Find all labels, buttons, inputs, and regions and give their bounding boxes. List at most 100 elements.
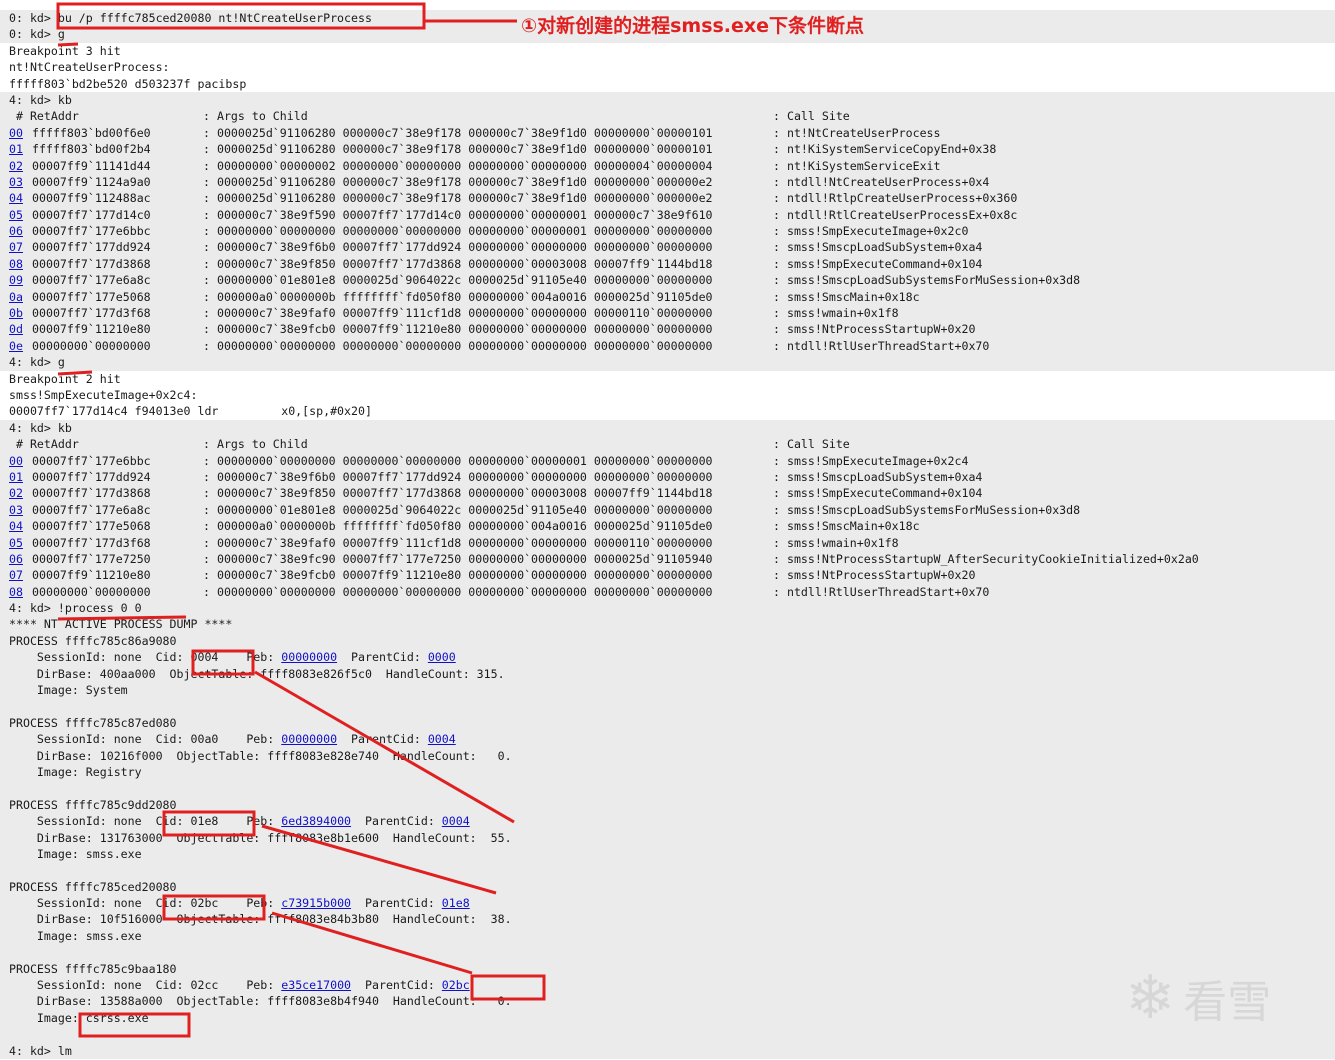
frame-number-link[interactable]: 07 [9,567,23,583]
frame-number-link[interactable]: 00 [9,125,23,141]
args-to-child: : 000000c7`38e9faf0 00007ff9`111cf1d8 00… [203,306,713,321]
frame-number-link[interactable]: 09 [9,272,23,288]
args-to-child: : 00000000`00000000 00000000`00000000 00… [203,338,713,353]
session-info: SessionId: none Cid: 02bc Peb: [9,896,282,911]
process-dirbase-line: DirBase: 400aa000 ObjectTable: ffff8083e… [0,665,1335,683]
session-info: SessionId: none Cid: 02cc Peb: [9,978,282,993]
stack-frame-row: 0e 00000000`00000000 : 00000000`00000000 0… [0,337,1335,355]
frame-number-link[interactable]: 01 [9,141,23,157]
frame-number-link[interactable]: 08 [9,256,23,272]
command-line: 4: kd> kb [0,419,1335,437]
args-to-child: : 00000000`00000002 00000000`00000000 00… [203,158,713,173]
stack-frame-row: 0a 00007ff7`177e5068: 000000a0`0000000b f… [0,288,1335,306]
frame-number-link[interactable]: 06 [9,551,23,567]
output-line: **** NT ACTIVE PROCESS DUMP **** [0,616,1335,633]
stack-frame-row: 00 00007ff7`177e6bbc: 00000000`00000000 0… [0,452,1335,469]
frame-number-link[interactable]: 0d [9,321,23,337]
return-address: 00000000`00000000 [32,338,151,353]
args-to-child: : 00000000`00000000 00000000`00000000 00… [203,224,713,239]
blank-line [0,780,1335,797]
process-session-line: SessionId: none Cid: 01e8 Peb: 6ed389400… [0,813,1335,830]
process-dirbase-line: DirBase: 131763000 ObjectTable: ffff8083… [0,829,1335,846]
frame-number-link[interactable]: 07 [9,239,23,255]
return-address: 00007ff7`177e6bbc [32,453,151,468]
retaddr-header: # RetAddr [9,109,79,124]
call-site: : smss!wmain+0x1f8 [773,535,899,550]
stack-frame-row: 01 fffff803`bd00f2b4: 0000025d`91106280 0… [0,141,1335,158]
parent-cid-link[interactable]: 01e8 [442,896,470,910]
stack-frame-row: 0b 00007ff7`177d3f68: 000000c7`38e9faf0 0… [0,305,1335,322]
call-site: : smss!SmscpLoadSubSystemsForMuSession+0… [773,502,1081,517]
args-to-child: : 000000c7`38e9faf0 00007ff9`111cf1d8 00… [203,535,713,550]
stack-frame-row: 02 00007ff9`11141d44: 00000000`00000002 0… [0,157,1335,174]
stack-frame-row: 03 00007ff9`1124a9a0: 0000025d`91106280 0… [0,173,1335,191]
call-site: : nt!NtCreateUserProcess [773,125,941,140]
blank-line [0,698,1335,715]
frame-number-link[interactable]: 00 [9,453,23,469]
stack-frame-row: 03 00007ff7`177e6a8c : 00000000`01e801e8 0… [0,501,1335,519]
call-site: : smss!SmscpLoadSubSystem+0xa4 [773,240,983,255]
stack-frame-row: 09 00007ff7`177e6a8c: 00000000`01e801e8 0… [0,272,1335,289]
frame-number-link[interactable]: 01 [9,469,23,485]
session-info: SessionId: none Cid: 0004 Peb: [9,650,282,665]
command-line: 4: kd> lm [0,1042,1335,1059]
process-header: PROCESS ffffc785ced20080 [0,878,1335,896]
callsite-header: : Call Site [773,437,850,452]
frame-number-link[interactable]: 06 [9,223,23,239]
return-address: 00007ff7`177e6a8c [32,273,151,288]
call-site: : smss!NtProcessStartupW+0x20 [773,322,976,337]
stack-frame-row: 07 00007ff9`11210e80: 000000c7`38e9fcb0 0… [0,567,1335,584]
frame-number-link[interactable]: 05 [9,535,23,551]
parent-cid-link[interactable]: 0000 [428,650,456,664]
blank-line [0,862,1335,879]
output-line: nt!NtCreateUserProcess: [0,59,1335,76]
call-site: : ntdll!RtlpCreateUserProcess+0x360 [773,191,1018,206]
stack-frame-row: 0d 00007ff9`11210e80: 000000c7`38e9fcb0 0… [0,321,1335,338]
parent-cid-link[interactable]: 0004 [442,814,470,828]
parent-cid-link[interactable]: 02bc [442,978,470,992]
output-line: fffff803`bd2be520 d503237f pacibsp [0,75,1335,92]
stack-frame-row: 02 00007ff7`177d3868: 000000c7`38e9f850 0… [0,485,1335,502]
output-line: 00007ff7`177d14c4 f94013e0 ldr x0,[sp,#0… [0,403,1335,420]
frame-number-link[interactable]: 02 [9,485,23,501]
parent-cid-link[interactable]: 0004 [428,732,456,746]
stack-frame-row: 04 00007ff9`112488ac: 0000025d`91106280 0… [0,190,1335,207]
frame-number-link[interactable]: 0a [9,289,23,305]
peb-link[interactable]: 00000000 [281,650,337,664]
process-header: PROCESS ffffc785c9dd2080 [0,796,1335,814]
frame-number-link[interactable]: 0e [9,338,23,354]
process-dirbase-line: DirBase: 10f516000 ObjectTable: ffff8083… [0,911,1335,928]
peb-link[interactable]: 00000000 [281,732,337,746]
args-to-child: : 00000000`01e801e8 0000025d`9064022c 00… [203,502,713,517]
stack-frame-row: 06 00007ff7`177e6bbc: 00000000`00000000 0… [0,223,1335,240]
debugger-console: 0: kd> bu /p ffffc785ced20080 nt!NtCreat… [0,10,1335,1059]
peb-link[interactable]: 6ed3894000 [281,814,351,828]
return-address: 00007ff7`177d3868 [32,486,151,501]
frame-number-link[interactable]: 04 [9,518,23,534]
return-address: 00007ff7`177d3f68 [32,535,151,550]
frame-number-link[interactable]: 0b [9,305,23,321]
frame-number-link[interactable]: 03 [9,174,23,190]
frame-number-link[interactable]: 05 [9,207,23,223]
args-to-child: : 000000c7`38e9fcb0 00007ff9`11210e80 00… [203,568,713,583]
call-site: : smss!SmscMain+0x18c [773,289,920,304]
peb-link[interactable]: e35ce17000 [281,978,351,992]
peb-link[interactable]: c73915b000 [281,896,351,910]
args-to-child: : 000000c7`38e9fc90 00007ff7`177e7250 00… [203,551,713,566]
command-line: 4: kd> !process 0 0 [0,600,1335,617]
call-site: : smss!SmpExecuteCommand+0x104 [773,256,983,271]
call-site: : ntdll!RtlUserThreadStart+0x70 [773,338,990,353]
call-site: : ntdll!NtCreateUserProcess+0x4 [773,174,990,189]
command-line: 4: kd> kb [0,91,1335,109]
args-to-child: : 000000c7`38e9f6b0 00007ff7`177dd924 00… [203,240,713,255]
frame-number-link[interactable]: 03 [9,502,23,518]
call-site: : smss!NtProcessStartupW+0x20 [773,568,976,583]
return-address: 00007ff7`177e6a8c [32,502,151,517]
process-image-line: Image: smss.exe [0,845,1335,863]
frame-number-link[interactable]: 08 [9,584,23,600]
process-image-line: Image: System [0,682,1335,699]
return-address: fffff803`bd00f2b4 [32,142,151,157]
frame-number-link[interactable]: 02 [9,158,23,174]
frame-number-link[interactable]: 04 [9,190,23,206]
args-header: : Args to Child [203,437,308,452]
